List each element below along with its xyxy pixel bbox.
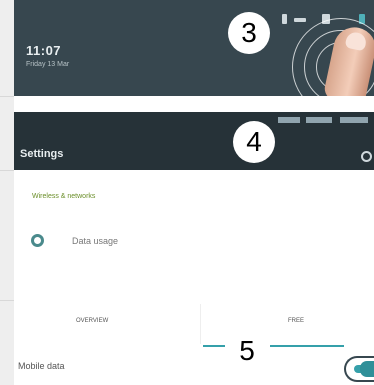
gutter-segment — [0, 170, 14, 301]
mobile-data-toggle[interactable] — [344, 356, 374, 382]
notification-shade[interactable]: 11:07 Friday 13 Mar — [14, 0, 374, 96]
tab-free[interactable]: FREE — [288, 318, 304, 324]
status-bar-icons — [306, 117, 332, 123]
battery-icon — [282, 14, 287, 24]
callout-line-right — [270, 345, 344, 347]
shade-date: Friday 13 Mar — [26, 61, 70, 68]
tab-divider — [200, 304, 201, 344]
settings-title: Settings — [20, 148, 64, 160]
mobile-data-label: Mobile data — [18, 361, 65, 371]
step-5-badge: 5 — [226, 330, 268, 372]
data-usage-label[interactable]: Data usage — [72, 236, 118, 246]
callout-line-left — [203, 345, 225, 347]
gutter-segment — [0, 0, 14, 97]
step-4-badge: 4 — [233, 121, 275, 163]
battery-percent-icon — [294, 18, 306, 22]
gutter-segment — [0, 96, 14, 171]
section-header-wireless: Wireless & networks — [32, 193, 96, 200]
shade-clock: 11:07 — [26, 43, 62, 58]
toggle-knob[interactable] — [360, 361, 374, 377]
fingernail — [344, 30, 368, 52]
data-usage-icon — [31, 234, 44, 247]
data-usage-row[interactable] — [14, 222, 374, 258]
status-bar-icons — [278, 117, 300, 123]
tab-overview[interactable]: OVERVIEW — [76, 318, 108, 324]
left-margin-strip — [0, 0, 14, 385]
step-3-badge: 3 — [228, 12, 270, 54]
search-icon[interactable] — [361, 151, 372, 162]
status-bar-icons — [340, 117, 368, 123]
